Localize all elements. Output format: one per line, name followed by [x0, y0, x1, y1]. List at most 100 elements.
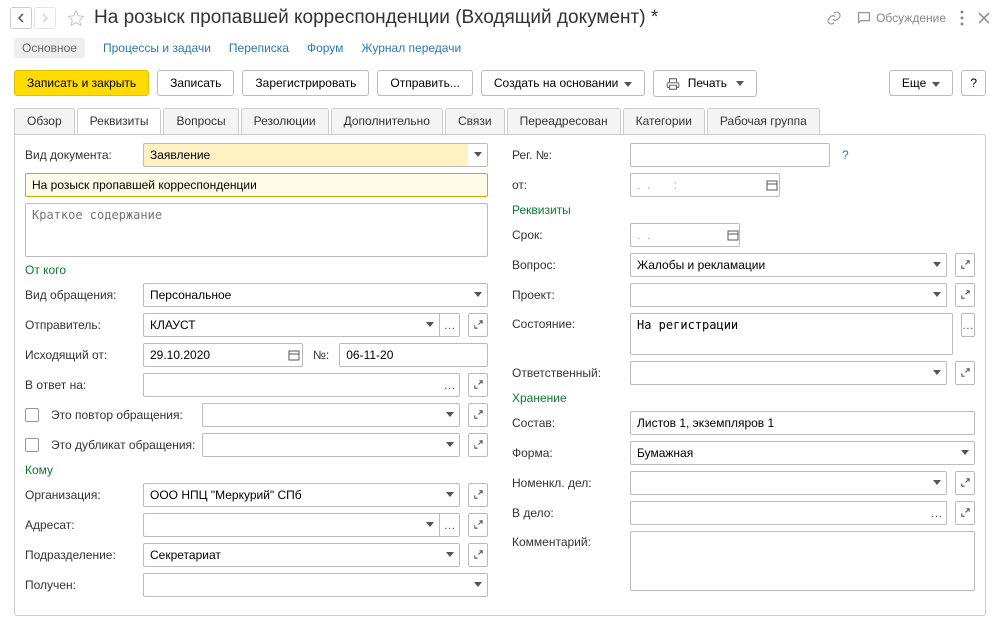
- outgoing-date-input[interactable]: [143, 343, 286, 367]
- org-input[interactable]: [143, 483, 440, 507]
- addressee-dropdown-icon[interactable]: [420, 513, 440, 537]
- responsible-input[interactable]: [630, 361, 927, 385]
- comment-textarea[interactable]: [630, 531, 975, 591]
- repeat-input[interactable]: [202, 403, 440, 427]
- project-open-button[interactable]: [955, 283, 975, 307]
- discuss-button[interactable]: Обсуждение: [856, 10, 946, 26]
- subnav-mail[interactable]: Переписка: [229, 41, 289, 55]
- comment-label: Комментарий:: [512, 531, 624, 549]
- department-input[interactable]: [143, 543, 440, 567]
- org-open-button[interactable]: [468, 483, 488, 507]
- sender-input[interactable]: [143, 313, 420, 337]
- duplicate-input[interactable]: [202, 433, 440, 457]
- sender-select-icon[interactable]: [440, 313, 460, 337]
- create-based-button[interactable]: Создать на основании: [481, 70, 646, 96]
- composition-input[interactable]: [630, 411, 975, 435]
- repeat-open-button[interactable]: [468, 403, 488, 427]
- to-case-select-icon[interactable]: [927, 501, 947, 525]
- deadline-calendar-icon[interactable]: [727, 223, 740, 247]
- nomencl-dropdown-icon[interactable]: [927, 471, 947, 495]
- save-close-button[interactable]: Записать и закрыть: [14, 70, 149, 96]
- appeal-type-dropdown-icon[interactable]: [468, 283, 488, 307]
- subnav-processes[interactable]: Процессы и задачи: [103, 41, 211, 55]
- tab-requisites[interactable]: Реквизиты: [77, 108, 162, 134]
- nomencl-open-button[interactable]: [955, 471, 975, 495]
- project-dropdown-icon[interactable]: [927, 283, 947, 307]
- reg-no-input[interactable]: [630, 143, 830, 167]
- tab-workgroup[interactable]: Рабочая группа: [707, 108, 820, 134]
- doc-type-dropdown-icon[interactable]: [468, 143, 488, 167]
- nav-back-button[interactable]: [10, 7, 32, 29]
- description-textarea[interactable]: [25, 203, 488, 257]
- send-button[interactable]: Отправить...: [377, 70, 473, 96]
- responsible-dropdown-icon[interactable]: [927, 361, 947, 385]
- save-button[interactable]: Записать: [157, 70, 234, 96]
- open-icon: [960, 259, 971, 270]
- row-addressee: Адресат:: [25, 513, 488, 537]
- tab-resolutions[interactable]: Резолюции: [241, 108, 329, 134]
- outgoing-date-calendar-icon[interactable]: [286, 343, 303, 367]
- help-button[interactable]: ?: [961, 70, 986, 96]
- department-open-button[interactable]: [468, 543, 488, 567]
- doc-type-input[interactable]: [143, 143, 468, 167]
- from-date-input[interactable]: [630, 173, 764, 197]
- subnav-forum[interactable]: Форум: [307, 41, 343, 55]
- arrow-left-icon: [16, 13, 26, 23]
- arrow-right-icon: [40, 13, 50, 23]
- repeat-checkbox[interactable]: [25, 408, 39, 422]
- tab-categories[interactable]: Категории: [623, 108, 705, 134]
- addressee-open-button[interactable]: [468, 513, 488, 537]
- sender-dropdown-icon[interactable]: [420, 313, 440, 337]
- close-icon[interactable]: [978, 12, 990, 24]
- open-icon: [473, 379, 484, 390]
- question-input[interactable]: [630, 253, 927, 277]
- repeat-dropdown-icon[interactable]: [440, 403, 460, 427]
- appeal-type-input[interactable]: [143, 283, 468, 307]
- register-button[interactable]: Зарегистрировать: [242, 70, 369, 96]
- print-button[interactable]: Печать: [653, 70, 757, 97]
- addressee-input[interactable]: [143, 513, 420, 537]
- form-input[interactable]: [630, 441, 955, 465]
- department-dropdown-icon[interactable]: [440, 543, 460, 567]
- org-dropdown-icon[interactable]: [440, 483, 460, 507]
- state-textarea[interactable]: На регистрации: [630, 313, 953, 355]
- subject-input[interactable]: [25, 173, 488, 197]
- tab-questions[interactable]: Вопросы: [163, 108, 238, 134]
- reply-to-select-icon[interactable]: [440, 373, 460, 397]
- sender-open-button[interactable]: [468, 313, 488, 337]
- tab-links[interactable]: Связи: [445, 108, 505, 134]
- question-dropdown-icon[interactable]: [927, 253, 947, 277]
- favorite-icon[interactable]: [64, 6, 88, 30]
- form-dropdown-icon[interactable]: [955, 441, 975, 465]
- subnav-main[interactable]: Основное: [14, 38, 85, 58]
- responsible-open-button[interactable]: [955, 361, 975, 385]
- project-input[interactable]: [630, 283, 927, 307]
- from-date-label: от:: [512, 178, 624, 192]
- tab-additional[interactable]: Дополнительно: [331, 108, 443, 134]
- reply-to-input[interactable]: [143, 373, 440, 397]
- more-button[interactable]: Еще: [889, 70, 953, 96]
- from-date-calendar-icon[interactable]: [764, 173, 780, 197]
- reg-no-help-icon[interactable]: ?: [842, 148, 849, 162]
- nav-forward-button[interactable]: [34, 7, 56, 29]
- reply-to-open-button[interactable]: [468, 373, 488, 397]
- received-dropdown-icon[interactable]: [468, 573, 488, 597]
- nomencl-input[interactable]: [630, 471, 927, 495]
- addressee-select-icon[interactable]: [440, 513, 460, 537]
- deadline-input[interactable]: [630, 223, 727, 247]
- duplicate-open-button[interactable]: [468, 433, 488, 457]
- kebab-icon[interactable]: [960, 10, 964, 26]
- row-to-case: В дело:: [512, 501, 975, 525]
- to-case-input[interactable]: [630, 501, 927, 525]
- duplicate-dropdown-icon[interactable]: [440, 433, 460, 457]
- received-input[interactable]: [143, 573, 468, 597]
- tab-readdressed[interactable]: Переадресован: [507, 108, 621, 134]
- to-case-open-button[interactable]: [955, 501, 975, 525]
- out-no-input[interactable]: [339, 343, 488, 367]
- duplicate-checkbox[interactable]: [25, 438, 39, 452]
- tab-overview[interactable]: Обзор: [14, 108, 75, 134]
- state-select-button[interactable]: …: [961, 313, 975, 337]
- link-icon[interactable]: [826, 10, 842, 26]
- subnav-journal[interactable]: Журнал передачи: [361, 41, 461, 55]
- question-open-button[interactable]: [955, 253, 975, 277]
